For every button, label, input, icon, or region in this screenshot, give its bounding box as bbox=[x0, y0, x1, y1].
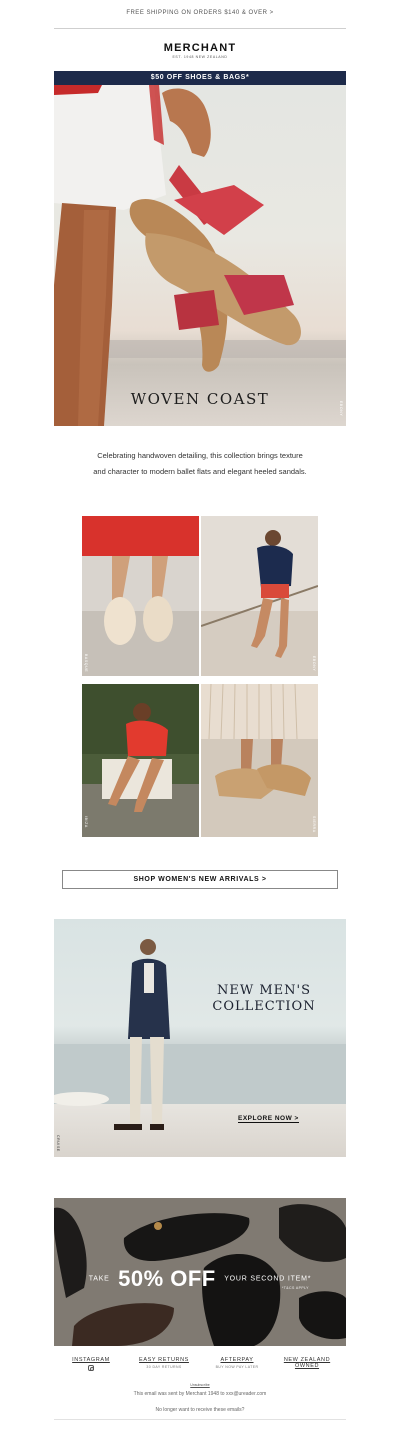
explore-now-link[interactable]: EXPLORE NOW > bbox=[238, 1115, 299, 1123]
footer-link-sub: 30 DAY RETURNS bbox=[146, 1365, 182, 1369]
mens-photo bbox=[54, 939, 346, 1130]
sierra-photo bbox=[201, 684, 318, 799]
mens-title-line2: COLLECTION bbox=[212, 999, 316, 1014]
footer-easy-returns[interactable]: EASY RETURNS 30 DAY RETURNS bbox=[129, 1357, 199, 1369]
ibiza-photo bbox=[82, 684, 199, 837]
grid-tile-tag: BASQUE bbox=[84, 654, 88, 673]
footer-link-label[interactable]: EASY RETURNS bbox=[129, 1357, 199, 1363]
divider bbox=[54, 28, 346, 29]
grid-tile-sierra[interactable]: SIERRA bbox=[201, 684, 318, 837]
grid-tile-basque[interactable]: BASQUE bbox=[82, 516, 199, 676]
unsubscribe-link[interactable]: Unsubscribe bbox=[0, 1383, 400, 1387]
grid-tile-ibiza[interactable]: IBIZA bbox=[82, 684, 199, 837]
hero-illustration bbox=[54, 85, 346, 426]
sale-prefix: TAKE bbox=[88, 1275, 110, 1283]
shop-womens-button[interactable]: SHOP WOMEN'S NEW ARRIVALS > bbox=[62, 870, 338, 889]
logo-tagline: EST. 1948 NEW ZEALAND bbox=[172, 55, 228, 59]
free-shipping-link[interactable]: FREE SHIPPING ON ORDERS $140 & OVER > bbox=[0, 10, 400, 16]
grid-tile-tag: SIERRA bbox=[312, 816, 316, 833]
sent-by-text: This email was sent by Merchant 1948 to … bbox=[133, 1391, 267, 1397]
mens-title-line1: NEW MEN'S bbox=[216, 983, 311, 998]
footer-divider bbox=[54, 1419, 346, 1420]
grid-tile-tag: EBONY bbox=[312, 656, 316, 672]
hero-product-tag: EBONY bbox=[339, 401, 343, 417]
footer-afterpay[interactable]: AFTERPAY BUY NOW PAY LATER bbox=[202, 1357, 272, 1369]
footer-link-label[interactable]: AFTERPAY bbox=[202, 1357, 272, 1363]
footer-link-sub: BUY NOW PAY LATER bbox=[215, 1365, 259, 1369]
sale-suffix: YOUR SECOND ITEM* bbox=[224, 1275, 312, 1283]
footer-instagram[interactable]: INSTAGRAM bbox=[56, 1357, 126, 1371]
merchant-logo[interactable]: MERCHANT bbox=[0, 42, 400, 54]
grid-tile-ebony[interactable]: EBONY bbox=[201, 516, 318, 676]
intro-text: Celebrating handwoven detailing, this co… bbox=[93, 451, 307, 476]
mens-title: NEW MEN'S COLLECTION bbox=[199, 983, 329, 1015]
sale-percentage: 50% OFF bbox=[118, 1266, 216, 1291]
promo-banner[interactable]: $50 OFF SHOES & BAGS* bbox=[54, 71, 346, 85]
mens-collection-banner[interactable]: NEW MEN'S COLLECTION EXPLORE NOW > CRUIS… bbox=[54, 919, 346, 1157]
hero-image[interactable]: WOVEN COAST EBONY bbox=[54, 85, 346, 426]
mens-product-tag: CRUISE bbox=[56, 1135, 60, 1152]
opt-out-link[interactable]: No longer want to receive these emails? bbox=[0, 1407, 400, 1413]
footer-link-sub[interactable]: OWNED bbox=[272, 1363, 342, 1369]
hero-title: WOVEN COAST bbox=[130, 390, 270, 408]
sale-terms-note: *T&CS APPLY bbox=[282, 1286, 309, 1290]
ebony-photo bbox=[201, 530, 318, 676]
footer-link-label[interactable]: INSTAGRAM bbox=[56, 1357, 126, 1363]
grid-tile-tag: IBIZA bbox=[84, 816, 88, 828]
sale-banner[interactable]: TAKE 50% OFF YOUR SECOND ITEM* *T&CS APP… bbox=[54, 1198, 346, 1346]
instagram-icon[interactable] bbox=[88, 1365, 94, 1371]
basque-photo bbox=[82, 516, 199, 676]
footer-nz-owned[interactable]: NEW ZEALAND OWNED bbox=[272, 1357, 342, 1369]
